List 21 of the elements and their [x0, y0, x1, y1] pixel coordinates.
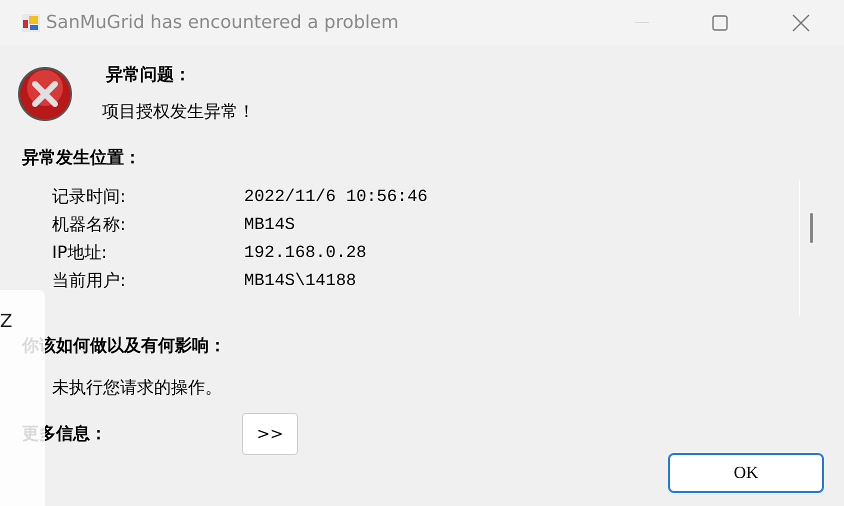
info-value: 192.168.0.28 — [244, 243, 366, 266]
problem-message: 项目授权发生异常！ — [102, 102, 255, 122]
maximize-icon — [712, 14, 728, 30]
close-icon — [792, 14, 810, 32]
ok-button[interactable]: OK — [668, 453, 824, 493]
problem-heading: 异常问题： — [106, 65, 192, 85]
scrollbar-thumb-icon — [810, 213, 812, 243]
window-title: SanMuGrid has encountered a problem — [46, 11, 399, 35]
app-icon — [22, 14, 40, 32]
info-label: 机器名称: — [52, 214, 127, 238]
window-text: Z — [0, 311, 12, 332]
impact-text: 未执行您请求的操作。 — [52, 378, 223, 398]
info-label: 当前用户: — [52, 270, 127, 294]
location-heading: 异常发生位置： — [22, 148, 142, 168]
error-icon — [17, 66, 73, 122]
expand-button[interactable]: >> — [242, 413, 298, 455]
info-label: 记录时间: — [52, 186, 127, 210]
info-value: MB14S\14188 — [244, 271, 356, 294]
info-label: IP地址: — [52, 242, 108, 266]
info-value: 2022/11/6 10:56:46 — [244, 187, 428, 210]
info-value: MB14S — [244, 215, 296, 238]
